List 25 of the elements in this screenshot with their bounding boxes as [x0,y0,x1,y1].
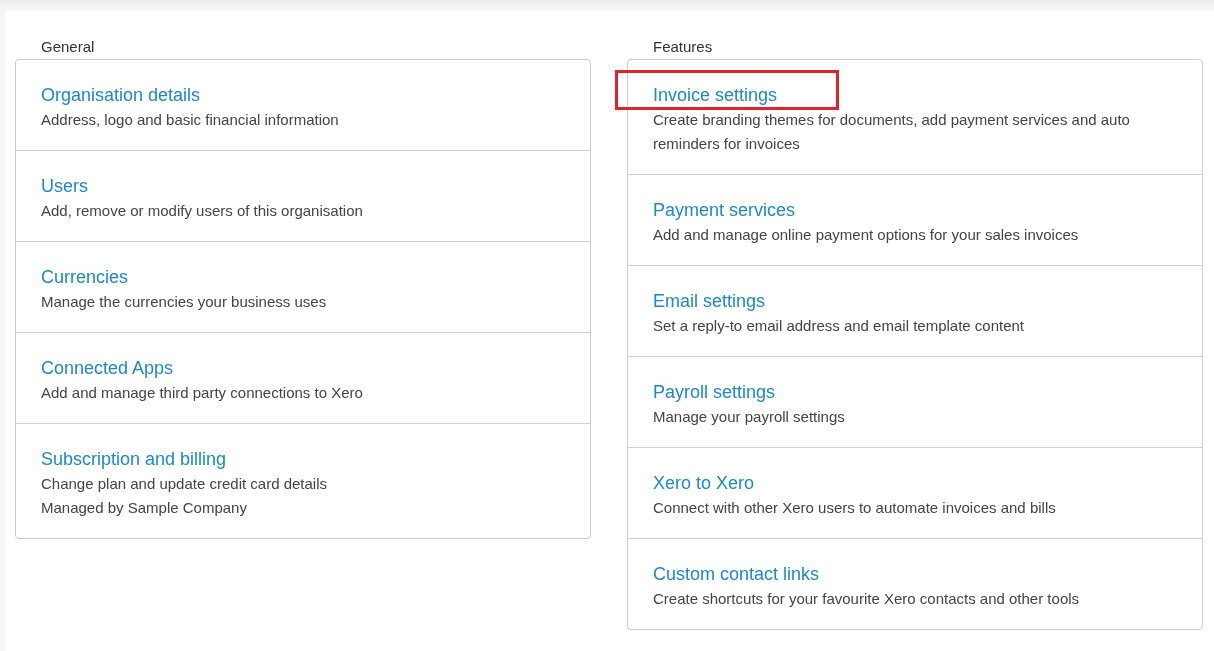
settings-link[interactable]: Invoice settings [653,84,778,106]
setting-description: Managed by Sample Company [41,498,248,518]
settings-link[interactable]: Currencies [41,266,129,288]
settings-link[interactable]: Xero to Xero [653,472,755,494]
settings-link[interactable]: Payroll settings [653,381,776,403]
settings-link[interactable]: Connected Apps [41,357,174,379]
setting-description: Add, remove or modify users of this organisation [41,201,364,221]
setting-description: Create branding themes for documents, add payment services and auto reminders for invoices [653,110,1131,154]
setting-description: Connect with other Xero users to automate invoices and bills [653,498,1057,518]
settings-link[interactable]: Custom contact links [653,563,820,585]
settings-link[interactable]: Subscription and billing [41,448,227,470]
setting-description: Add and manage online payment options for your sales invoices [653,225,1080,245]
setting-description: Address, logo and basic financial information [41,110,340,130]
settings-link[interactable]: Payment services [653,199,796,221]
setting-description: Manage your payroll settings [653,407,846,427]
settings-link[interactable]: Organisation details [41,84,201,106]
setting-description: Add and manage third party connections to Xero [41,383,364,403]
setting-description: Set a reply-to email address and email template content [653,316,1026,336]
settings-link[interactable]: Email settings [653,290,766,312]
section-heading: Features [652,37,714,57]
setting-description: Manage the currencies your business uses [41,292,328,312]
setting-description: Create shortcuts for your favourite Xero contacts and other tools [653,589,1081,609]
section-heading: General [40,37,96,57]
setting-description: Change plan and update credit card details [41,474,329,494]
settings-link[interactable]: Users [41,175,88,197]
